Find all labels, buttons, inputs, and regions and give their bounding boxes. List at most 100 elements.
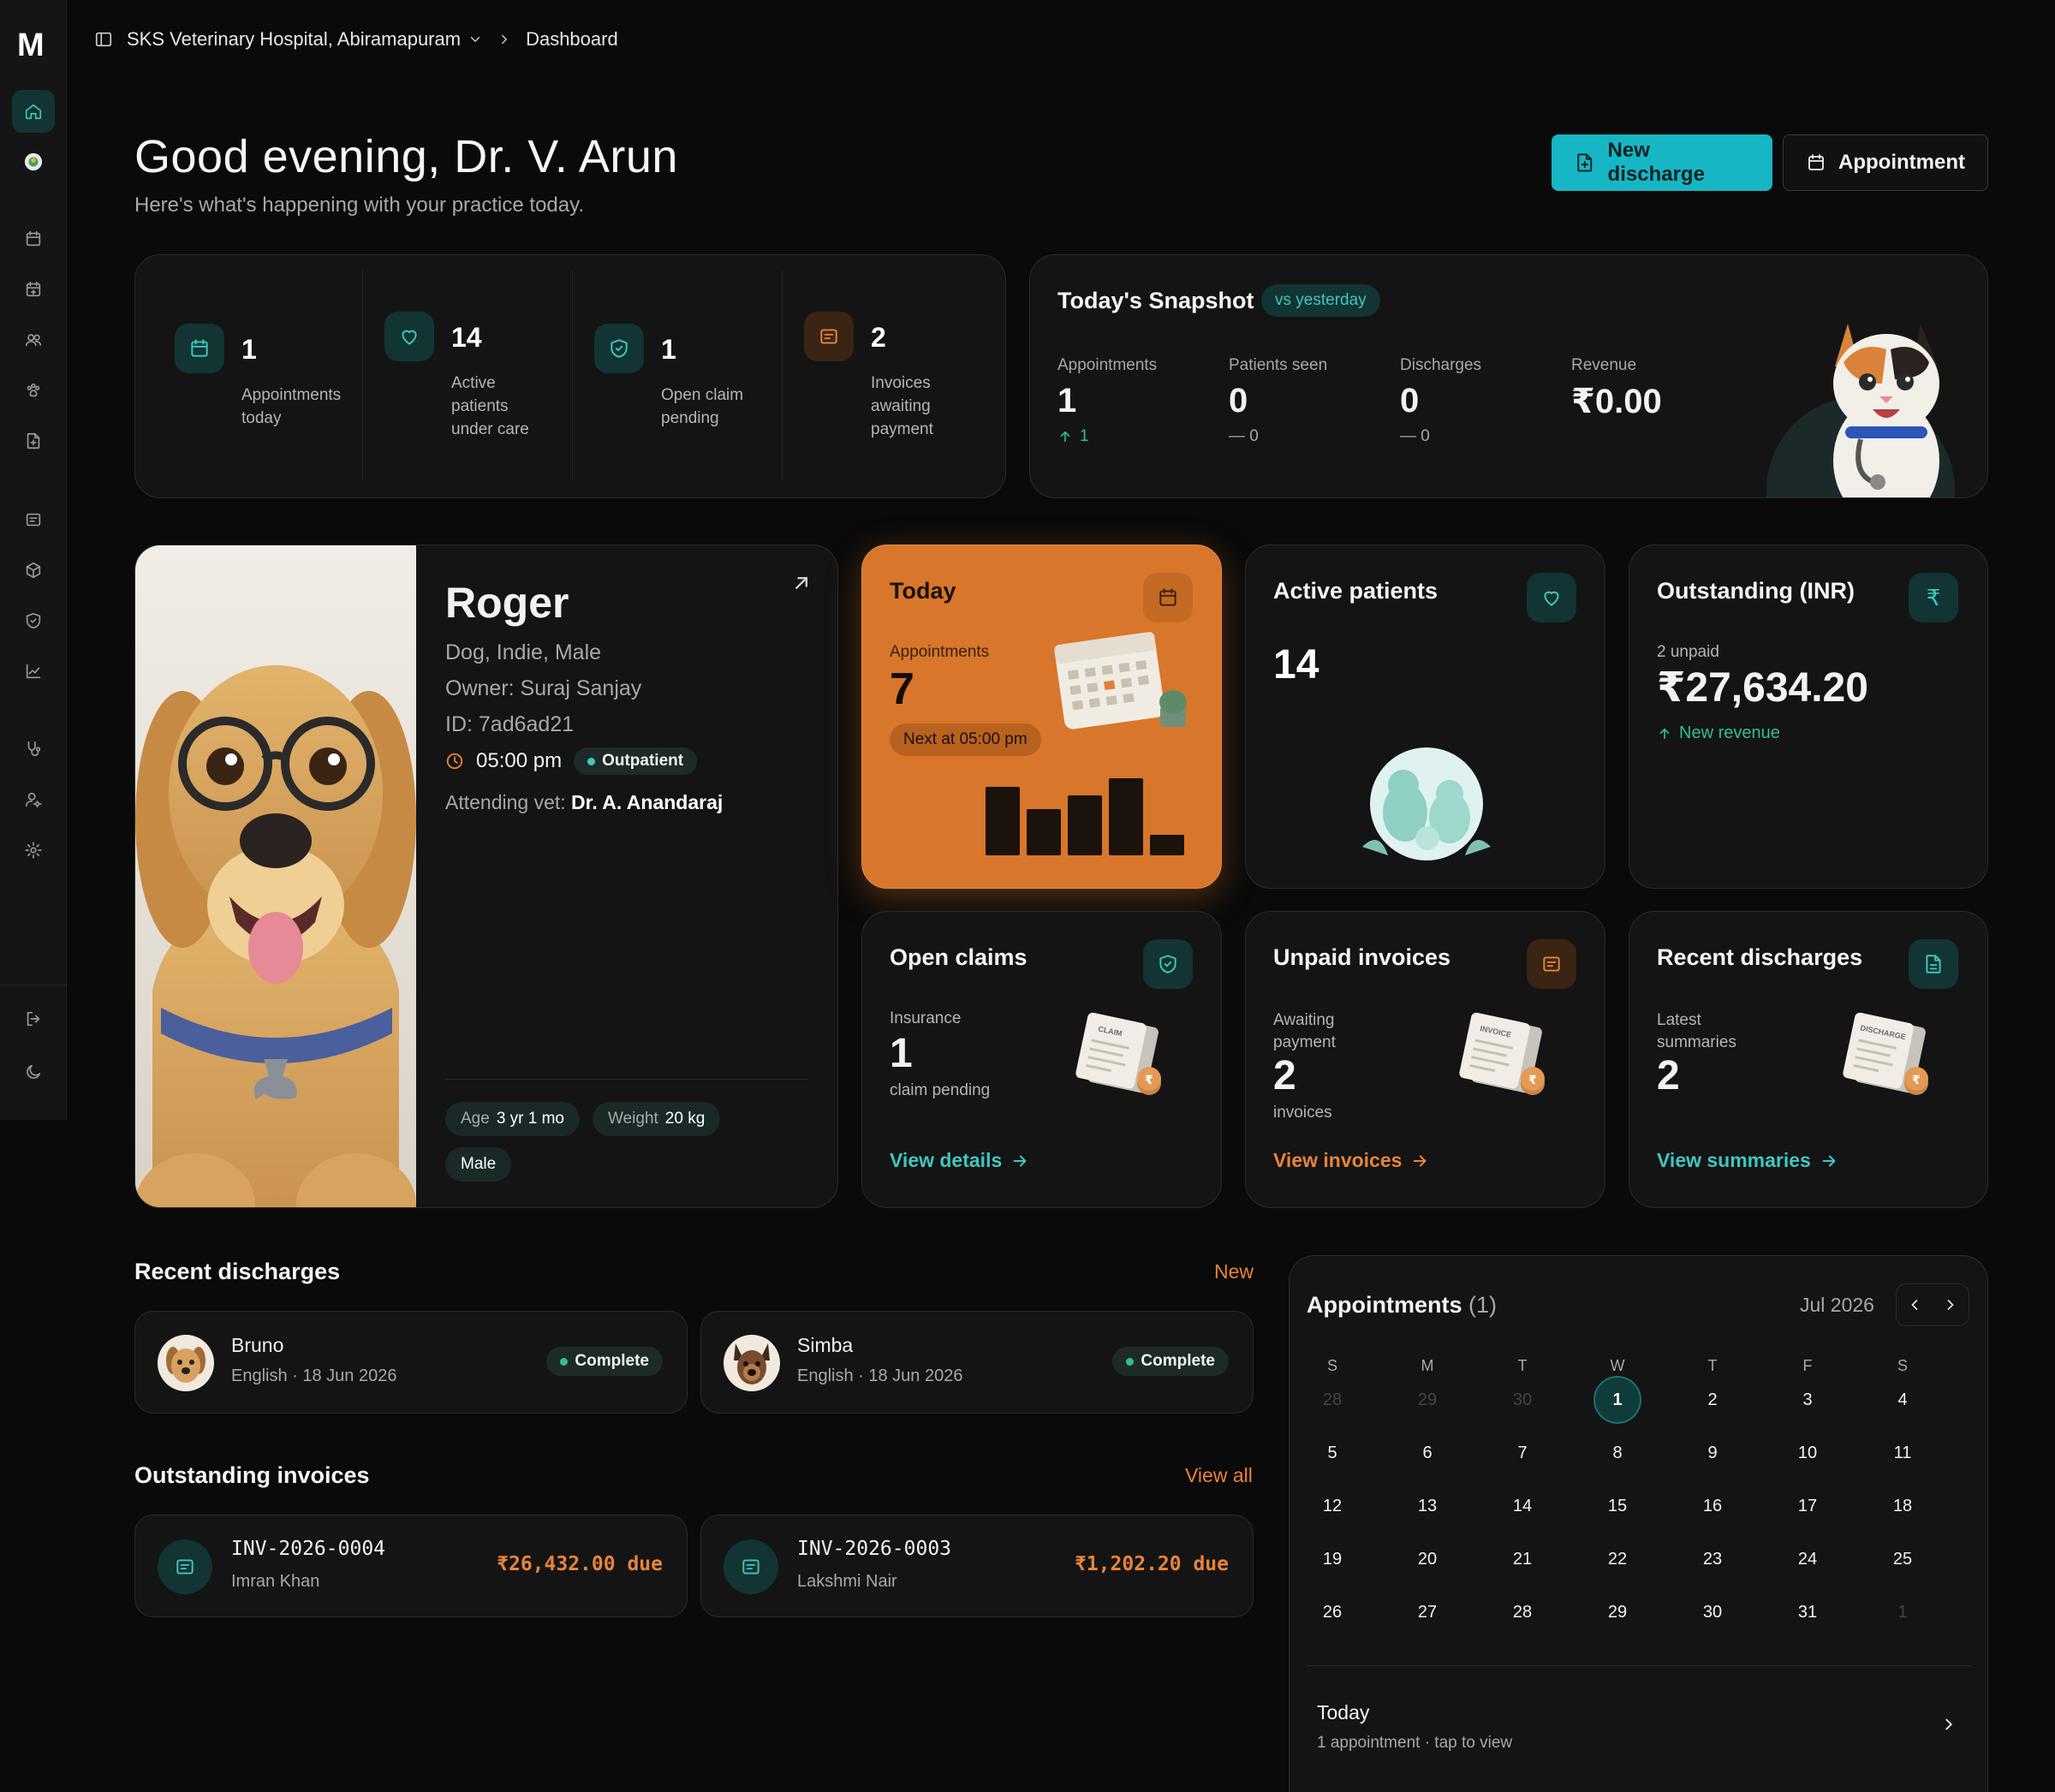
unpaid-invoices-card[interactable]: Unpaid invoices Awaiting payment 2 invoi… (1245, 911, 1605, 1208)
calendar-day[interactable]: 3 (1784, 1376, 1832, 1424)
calendar-day[interactable]: 1 (1879, 1588, 1927, 1636)
new-discharge-button[interactable]: New discharge (1552, 134, 1772, 191)
calendar-day[interactable]: 9 (1689, 1429, 1736, 1477)
calendar-day[interactable]: 20 (1403, 1535, 1451, 1583)
logout-icon[interactable] (12, 997, 55, 1040)
calendar-day[interactable]: 1 (1593, 1376, 1641, 1424)
outstanding-invoices-title: Outstanding invoices (134, 1462, 370, 1488)
chevron-left-icon[interactable] (1906, 1296, 1923, 1313)
calendar-day[interactable]: 13 (1403, 1482, 1451, 1530)
arrow-right-icon (1822, 1154, 1836, 1167)
receipt-icon (724, 1539, 778, 1594)
snapshot-delta: — 0 (1229, 427, 1259, 445)
calendar-plus-icon[interactable] (12, 268, 55, 311)
users-icon[interactable] (12, 319, 55, 361)
calendar-day[interactable]: 22 (1593, 1535, 1641, 1583)
file-plus-icon[interactable] (12, 420, 55, 462)
calendar-day[interactable]: 2 (1689, 1376, 1736, 1424)
calendar-day[interactable]: 10 (1784, 1429, 1832, 1477)
calendar-day[interactable]: 6 (1403, 1429, 1451, 1477)
stat-appointments[interactable]: 1 Appointments today (135, 255, 362, 497)
discharge-row[interactable]: Bruno English · 18 Jun 2026 Complete (134, 1311, 688, 1414)
bar-1 (986, 787, 1020, 855)
appointments-calendar-card: Appointments (1) Jul 2026 S M T W T F S 28 29 30 1… (1289, 1255, 1988, 1792)
patient-name: Roger (445, 579, 569, 627)
settings-icon[interactable] (12, 829, 55, 872)
paw-icon[interactable] (12, 369, 55, 412)
age-label: Age (461, 1110, 490, 1128)
new-discharge-link[interactable]: New (1214, 1260, 1254, 1283)
shield-check-icon[interactable] (12, 599, 55, 642)
view-details-link[interactable]: View details (890, 1149, 1029, 1172)
calendar-day[interactable]: 25 (1879, 1535, 1927, 1583)
today-card[interactable]: Today Appointments 7 Next at 05:00 pm (861, 545, 1222, 889)
avatar (724, 1335, 780, 1391)
calendar-day[interactable]: 18 (1879, 1482, 1927, 1530)
calendar-day[interactable]: 29 (1593, 1588, 1641, 1636)
user-cog-icon[interactable] (12, 778, 55, 821)
invoice-row[interactable]: INV-2026-0003 Lakshmi Nair ₹1,202.20 due (700, 1515, 1254, 1617)
home-icon[interactable] (12, 90, 55, 133)
view-summaries-link[interactable]: View summaries (1657, 1149, 1838, 1172)
page-subtitle: Here's what's happening with your practi… (134, 193, 584, 217)
calendar-day[interactable]: 14 (1498, 1482, 1546, 1530)
moon-icon[interactable] (12, 1051, 55, 1093)
open-claims-card[interactable]: Open claims Insurance 1 claim pending CL… (861, 911, 1222, 1208)
calendar-day[interactable]: 24 (1784, 1535, 1832, 1583)
calendar-day[interactable]: 15 (1593, 1482, 1641, 1530)
calendar-day[interactable]: 29 (1403, 1376, 1451, 1424)
view-all-invoices-link[interactable]: View all (1185, 1464, 1253, 1487)
active-patients-title: Active patients (1273, 578, 1438, 604)
arrow-up-right-icon[interactable] (789, 571, 813, 595)
chart-line-icon[interactable] (12, 650, 55, 693)
calendar-day[interactable]: 4 (1879, 1376, 1927, 1424)
calendar-day[interactable]: 27 (1403, 1588, 1451, 1636)
stat-invoices[interactable]: 2 Invoices awaiting payment (782, 255, 1004, 497)
calendar-day[interactable]: 12 (1308, 1482, 1356, 1530)
calendar-day[interactable]: 21 (1498, 1535, 1546, 1583)
discharge-row[interactable]: Simba English · 18 Jun 2026 Complete (700, 1311, 1254, 1414)
unpaid-invoices-title: Unpaid invoices (1273, 944, 1451, 970)
calendar-day[interactable]: 26 (1308, 1588, 1356, 1636)
invoice-row[interactable]: INV-2026-0004 Imran Khan ₹26,432.00 due (134, 1515, 688, 1617)
weight-chip: Weight 20 kg (593, 1102, 721, 1136)
patient-card[interactable]: Roger Dog, Indie, Male Owner: Suraj Sanj… (134, 545, 838, 1208)
discharge-document-illustration: DISCHARGE ₹ (1843, 1012, 1928, 1095)
calendar-day[interactable]: 30 (1498, 1376, 1546, 1424)
clinic-avatar-icon[interactable] (12, 140, 55, 183)
calendar-day[interactable]: 23 (1689, 1535, 1736, 1583)
package-icon[interactable] (12, 549, 55, 592)
calendar-icon[interactable] (12, 217, 55, 260)
calendar-day[interactable]: 11 (1879, 1429, 1927, 1477)
chevron-right-icon[interactable] (1942, 1296, 1959, 1313)
calendar-day[interactable]: 28 (1498, 1588, 1546, 1636)
active-patients-card[interactable]: Active patients 14 (1245, 545, 1605, 889)
receipt-icon[interactable] (12, 498, 55, 541)
calendar-day[interactable]: 30 (1689, 1588, 1736, 1636)
calendar-day[interactable]: 19 (1308, 1535, 1356, 1583)
stat-label: Appointments today (241, 386, 342, 427)
calendar-day[interactable]: 16 (1689, 1482, 1736, 1530)
weekday-header: F (1802, 1357, 1813, 1374)
view-invoices-link[interactable]: View invoices (1273, 1149, 1429, 1172)
calendar-day[interactable]: 5 (1308, 1429, 1356, 1477)
chevron-down-icon[interactable] (468, 32, 483, 47)
calendar-day[interactable]: 8 (1593, 1429, 1641, 1477)
stat-active-patients[interactable]: 14 Active patients under care (362, 255, 572, 497)
outstanding-card[interactable]: Outstanding (INR) ₹ 2 unpaid ₹27,634.20 … (1629, 545, 1988, 889)
appointment-time: 05:00 pm (476, 749, 563, 772)
view-summaries-label: View summaries (1657, 1149, 1811, 1171)
sidebar-toggle-icon[interactable] (94, 30, 113, 49)
today-appointments-row[interactable]: Today 1 appointment · tap to view (1307, 1677, 1972, 1771)
recent-discharges-value: 2 (1657, 1053, 1680, 1098)
calendar-day[interactable]: 7 (1498, 1429, 1546, 1477)
clinic-selector[interactable]: SKS Veterinary Hospital, Abiramapuram (127, 28, 461, 51)
calendar-day[interactable]: 17 (1784, 1482, 1832, 1530)
appointment-button[interactable]: Appointment (1783, 134, 1988, 191)
recent-discharges-card[interactable]: Recent discharges Latest summaries 2 DIS… (1629, 911, 1988, 1208)
snapshot-value: 1 (1057, 382, 1077, 420)
calendar-day[interactable]: 31 (1784, 1588, 1832, 1636)
stethoscope-icon[interactable] (12, 728, 55, 771)
stat-open-claims[interactable]: 1 Open claim pending (572, 255, 782, 497)
calendar-day[interactable]: 28 (1308, 1376, 1356, 1424)
